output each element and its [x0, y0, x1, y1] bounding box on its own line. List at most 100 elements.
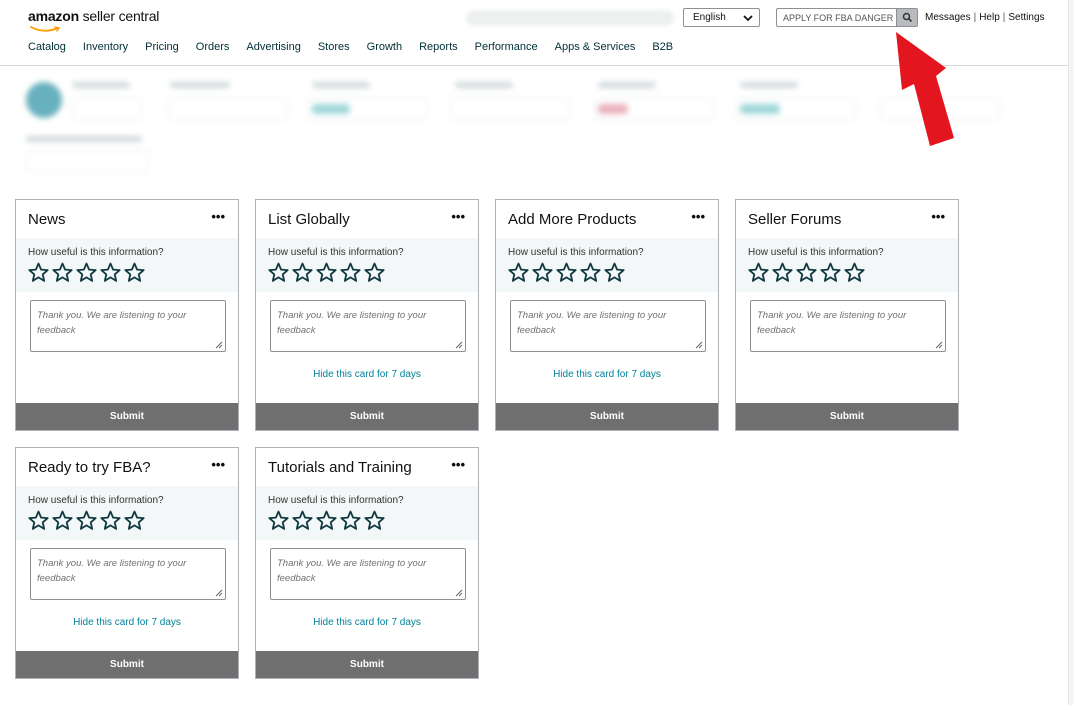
star-3-icon[interactable] [796, 262, 817, 283]
card-title: News [28, 211, 66, 228]
feedback-placeholder: Thank you. We are listening to your feed… [757, 310, 907, 336]
search-icon [902, 12, 913, 23]
blurred-box [594, 98, 714, 120]
blurred-box [168, 98, 288, 120]
star-rating [508, 262, 625, 283]
resize-grip-icon[interactable] [695, 341, 703, 349]
resize-grip-icon[interactable] [455, 589, 463, 597]
resize-grip-icon[interactable] [215, 341, 223, 349]
star-rating [28, 262, 145, 283]
nav-orders[interactable]: Orders [196, 41, 230, 53]
card-more-options-icon[interactable]: ••• [451, 457, 465, 472]
hide-card-link[interactable]: Hide this card for 7 days [496, 369, 718, 380]
hide-card-link[interactable]: Hide this card for 7 days [256, 617, 478, 628]
star-4-icon[interactable] [820, 262, 841, 283]
submit-button[interactable]: Submit [16, 403, 238, 430]
nav-stores[interactable]: Stores [318, 41, 350, 53]
chevron-down-icon [743, 15, 753, 22]
settings-link[interactable]: Settings [1008, 12, 1044, 23]
card-title: Add More Products [508, 211, 637, 228]
blurred-text [72, 82, 130, 88]
card-more-options-icon[interactable]: ••• [211, 209, 225, 224]
blurred-text [455, 82, 513, 88]
submit-button[interactable]: Submit [256, 403, 478, 430]
nav-b2b[interactable]: B2B [652, 41, 673, 53]
star-4-icon[interactable] [100, 262, 121, 283]
star-3-icon[interactable] [316, 510, 337, 531]
feedback-placeholder: Thank you. We are listening to your feed… [37, 558, 187, 584]
star-5-icon[interactable] [844, 262, 865, 283]
nav-catalog[interactable]: Catalog [28, 41, 66, 53]
header-links: Messages | Help | Settings [925, 12, 1045, 23]
seller-central-logo[interactable]: amazon seller central [28, 8, 159, 32]
card-more-options-icon[interactable]: ••• [211, 457, 225, 472]
star-3-icon[interactable] [316, 262, 337, 283]
search-button[interactable] [896, 9, 917, 26]
star-5-icon[interactable] [604, 262, 625, 283]
star-rating [748, 262, 865, 283]
star-1-icon[interactable] [508, 262, 529, 283]
page-scrollbar[interactable] [1068, 0, 1074, 705]
star-5-icon[interactable] [124, 510, 145, 531]
star-2-icon[interactable] [292, 510, 313, 531]
nav-advertising[interactable]: Advertising [246, 41, 300, 53]
blurred-account-info [466, 10, 674, 26]
blurred-text [740, 82, 798, 88]
star-1-icon[interactable] [748, 262, 769, 283]
feedback-textarea[interactable]: Thank you. We are listening to your feed… [30, 548, 226, 600]
rating-question: How useful is this information? [28, 247, 164, 258]
nav-growth[interactable]: Growth [367, 41, 402, 53]
submit-button[interactable]: Submit [496, 403, 718, 430]
card-more-options-icon[interactable]: ••• [451, 209, 465, 224]
feedback-textarea[interactable]: Thank you. We are listening to your feed… [510, 300, 706, 352]
messages-link[interactable]: Messages [925, 12, 971, 23]
nav-reports[interactable]: Reports [419, 41, 458, 53]
nav-inventory[interactable]: Inventory [83, 41, 128, 53]
feedback-textarea[interactable]: Thank you. We are listening to your feed… [270, 548, 466, 600]
feedback-textarea[interactable]: Thank you. We are listening to your feed… [30, 300, 226, 352]
submit-button[interactable]: Submit [256, 651, 478, 678]
star-4-icon[interactable] [100, 510, 121, 531]
star-3-icon[interactable] [556, 262, 577, 283]
star-4-icon[interactable] [580, 262, 601, 283]
nav-performance[interactable]: Performance [475, 41, 538, 53]
blurred-avatar [26, 82, 62, 118]
resize-grip-icon[interactable] [935, 341, 943, 349]
feedback-placeholder: Thank you. We are listening to your feed… [277, 310, 427, 336]
card-more-options-icon[interactable]: ••• [931, 209, 945, 224]
star-2-icon[interactable] [532, 262, 553, 283]
feedback-textarea[interactable]: Thank you. We are listening to your feed… [270, 300, 466, 352]
feedback-textarea[interactable]: Thank you. We are listening to your feed… [750, 300, 946, 352]
star-4-icon[interactable] [340, 262, 361, 283]
hide-card-link[interactable]: Hide this card for 7 days [16, 617, 238, 628]
star-2-icon[interactable] [52, 262, 73, 283]
star-2-icon[interactable] [292, 262, 313, 283]
star-1-icon[interactable] [268, 510, 289, 531]
star-2-icon[interactable] [52, 510, 73, 531]
card-more-options-icon[interactable]: ••• [691, 209, 705, 224]
search-input[interactable]: APPLY FOR FBA DANGER [776, 8, 918, 27]
submit-button[interactable]: Submit [16, 651, 238, 678]
star-5-icon[interactable] [364, 262, 385, 283]
star-3-icon[interactable] [76, 262, 97, 283]
resize-grip-icon[interactable] [215, 589, 223, 597]
star-2-icon[interactable] [772, 262, 793, 283]
star-1-icon[interactable] [28, 510, 49, 531]
red-arrow-annotation [896, 32, 954, 146]
star-4-icon[interactable] [340, 510, 361, 531]
star-rating [268, 510, 385, 531]
blurred-text [312, 82, 370, 88]
blurred-box [72, 98, 142, 120]
star-3-icon[interactable] [76, 510, 97, 531]
submit-button[interactable]: Submit [736, 403, 958, 430]
star-5-icon[interactable] [364, 510, 385, 531]
star-1-icon[interactable] [28, 262, 49, 283]
help-link[interactable]: Help [979, 12, 1000, 23]
resize-grip-icon[interactable] [455, 341, 463, 349]
language-select[interactable]: English [683, 8, 760, 27]
nav-pricing[interactable]: Pricing [145, 41, 179, 53]
star-1-icon[interactable] [268, 262, 289, 283]
nav-apps-services[interactable]: Apps & Services [555, 41, 636, 53]
hide-card-link[interactable]: Hide this card for 7 days [256, 369, 478, 380]
star-5-icon[interactable] [124, 262, 145, 283]
